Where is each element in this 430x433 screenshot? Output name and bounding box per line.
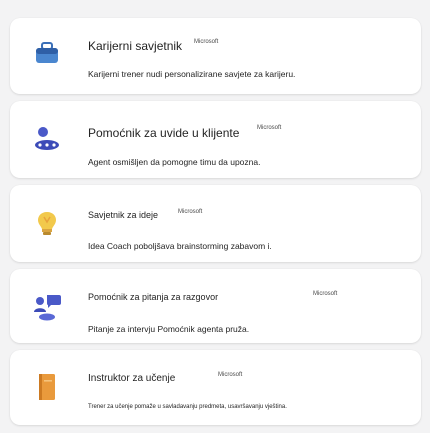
agent-title: Savjetnik za ideje — [88, 210, 159, 220]
agent-title: Instruktor za učenje — [88, 373, 176, 384]
agent-description: Pitanje za intervju Pomoćnik agenta pruž… — [88, 324, 250, 334]
agent-card-interview-questions[interactable]: Pomoćnik za pitanja za razgovor Microsof… — [10, 269, 421, 343]
microsoft-badge: Microsoft — [178, 209, 203, 215]
agent-description: Karijerni trener nudi personalizirane sa… — [88, 69, 296, 79]
microsoft-badge: Microsoft — [194, 39, 219, 45]
agent-description: Idea Coach poboljšava brainstorming zaba… — [88, 241, 272, 251]
microsoft-badge: Microsoft — [218, 372, 243, 378]
agent-description: Agent osmišljen da pomogne timu da upozn… — [88, 157, 261, 167]
agent-card-learning-coach[interactable]: Instruktor za učenje Microsoft Trener za… — [10, 350, 421, 425]
agent-card-customer-insights[interactable]: Pomoćnik za uvide u klijente Microsoft A… — [10, 101, 421, 178]
agent-title: Karijerni savjetnik — [88, 39, 183, 53]
interview-icon — [34, 295, 61, 321]
book-icon — [39, 374, 55, 400]
agent-description: Trener za učenje pomaže u savladavanju p… — [88, 404, 287, 410]
agent-card-career-coach[interactable]: Karijerni savjetnik Microsoft Karijerni … — [10, 18, 421, 94]
briefcase-icon — [36, 42, 58, 63]
agent-title: Pomoćnik za pitanja za razgovor — [88, 292, 219, 302]
microsoft-badge: Microsoft — [313, 291, 338, 297]
agent-card-idea-coach[interactable]: Savjetnik za ideje Microsoft Idea Coach … — [10, 185, 421, 262]
agent-title: Pomoćnik za uvide u klijente — [88, 126, 240, 140]
lightbulb-icon — [38, 212, 56, 235]
microsoft-badge: Microsoft — [257, 125, 282, 131]
people-icon — [35, 127, 59, 150]
